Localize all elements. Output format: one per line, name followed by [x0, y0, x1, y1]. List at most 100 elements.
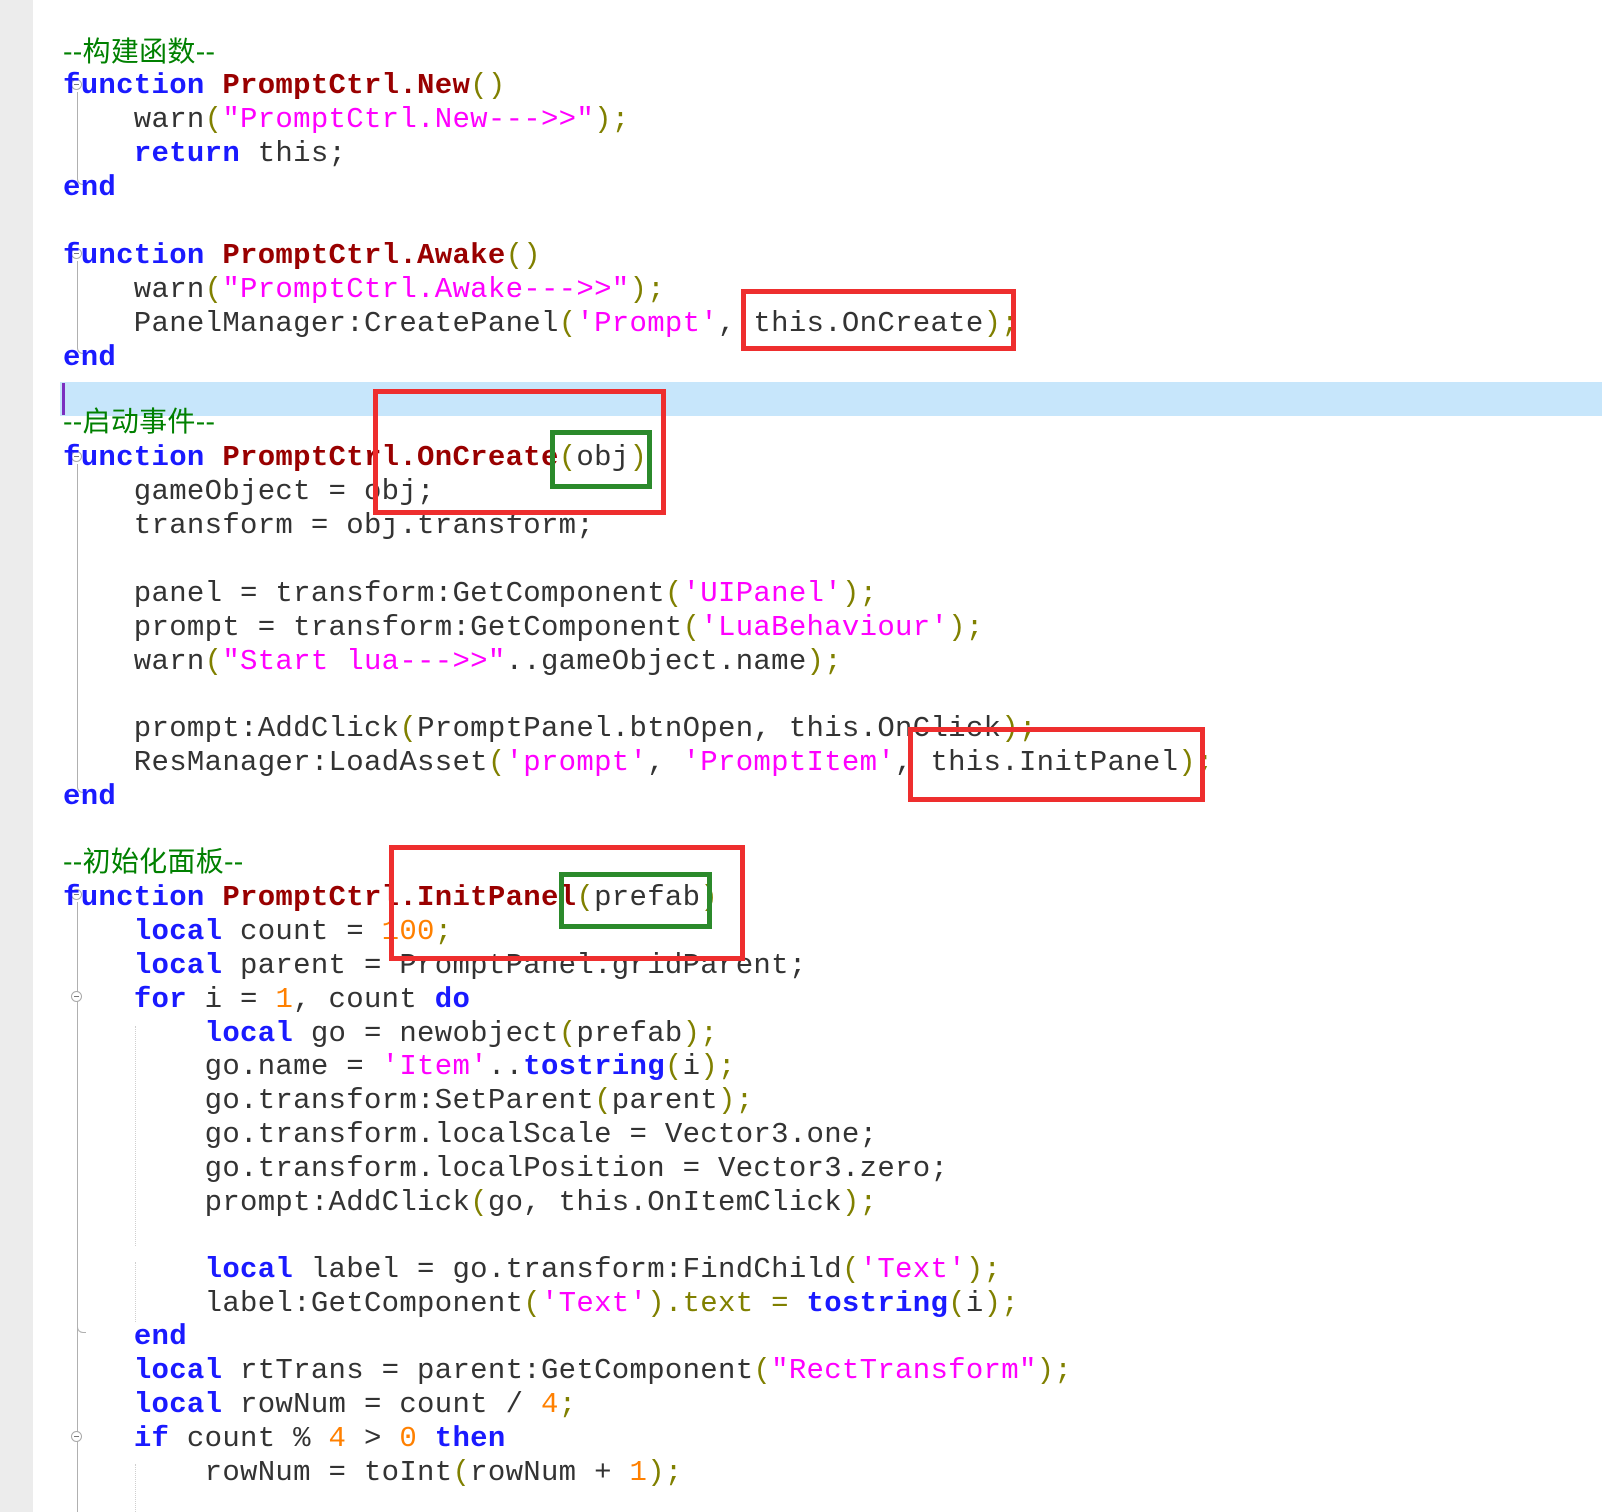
code-token: warn — [63, 645, 205, 678]
code-line[interactable]: end — [63, 341, 116, 375]
code-token: parent — [611, 1084, 719, 1117]
code-line[interactable]: if count % 4 > 0 then — [63, 1422, 506, 1456]
code-line[interactable]: --初始化面板-- — [63, 845, 244, 879]
code-line[interactable]: label:GetComponent('Text').text = tostri… — [63, 1287, 1019, 1321]
code-line[interactable]: return this; — [63, 137, 346, 171]
code-token: warn — [63, 103, 205, 136]
punctuation-token: () — [470, 69, 506, 102]
code-line[interactable]: warn("Start lua--->>"..gameObject.name); — [63, 645, 842, 679]
punctuation-token: ); — [647, 1456, 683, 1489]
code-line[interactable]: local label = go.transform:FindChild('Te… — [63, 1253, 1001, 1287]
current-line-highlight — [60, 382, 1602, 416]
annotation-box-initpanel-arg — [908, 727, 1205, 802]
code-line[interactable]: go.name = 'Item'..tostring(i); — [63, 1050, 736, 1084]
code-line[interactable]: function PromptCtrl.Awake() — [63, 239, 541, 273]
code-token: prefab — [576, 1017, 683, 1050]
keyword-token: if — [133, 1422, 170, 1455]
keyword-token: local — [133, 915, 223, 948]
string-token: 'Prompt' — [576, 307, 719, 340]
keyword-token: function — [63, 69, 205, 102]
code-token: go.transform.localScale = Vector3.one; — [63, 1118, 878, 1151]
code-token: , count — [293, 983, 435, 1016]
comment-token: --构建函数-- — [63, 35, 216, 68]
code-line[interactable]: rowNum = toInt(rowNum + 1); — [63, 1456, 683, 1490]
code-token: prompt:AddClick — [63, 1186, 471, 1219]
code-token: prompt:AddClick — [63, 712, 400, 745]
code-line[interactable]: prompt = transform:GetComponent('LuaBeha… — [63, 611, 984, 645]
code-token: i — [965, 1287, 984, 1320]
code-token: ResManager:LoadAsset — [63, 746, 488, 779]
code-token: panel = transform:GetComponent — [63, 577, 665, 610]
code-line[interactable]: go.transform.localScale = Vector3.one; — [63, 1118, 877, 1152]
code-line[interactable]: go.transform:SetParent(parent); — [63, 1084, 754, 1118]
code-line[interactable]: panel = transform:GetComponent('UIPanel'… — [63, 577, 877, 611]
punctuation-token: ( — [682, 611, 701, 644]
keyword-token: return — [133, 137, 241, 170]
code-token: rtTrans = parent:GetComponent — [222, 1354, 754, 1387]
code-token: this; — [240, 137, 347, 170]
string-token: "PromptCtrl.Awake--->>" — [222, 273, 630, 306]
keyword-token: end — [63, 171, 117, 204]
function-name-token: PromptCtrl.New — [222, 69, 471, 102]
code-token: rowNum + — [470, 1456, 630, 1489]
number-token: 0 — [399, 1422, 418, 1455]
code-line[interactable]: local rtTrans = parent:GetComponent("Rec… — [63, 1354, 1072, 1388]
code-line[interactable]: warn("PromptCtrl.New--->>"); — [63, 103, 630, 137]
punctuation-token: ); — [965, 1253, 1002, 1286]
string-token: 'PromptItem' — [682, 746, 896, 779]
keyword-token: local — [204, 1253, 294, 1286]
code-line[interactable]: --启动事件-- — [63, 405, 215, 439]
punctuation-token: ( — [948, 1287, 966, 1320]
string-token: "RectTransform" — [771, 1354, 1037, 1387]
code-line[interactable]: for i = 1, count do — [63, 983, 470, 1017]
keyword-token: function — [63, 239, 205, 272]
punctuation-token: ( — [841, 1253, 860, 1286]
code-line[interactable]: prompt:AddClick(go, this.OnItemClick); — [63, 1186, 877, 1220]
punctuation-token: ( — [399, 712, 418, 745]
code-line[interactable]: warn("PromptCtrl.Awake--->>"); — [63, 273, 665, 307]
punctuation-token: ( — [487, 746, 506, 779]
string-token: 'Item' — [381, 1050, 488, 1083]
code-editor[interactable]: --构建函数-- function PromptCtrl.New() warn("… — [0, 0, 1602, 1512]
code-line[interactable]: local rowNum = count / 4; — [63, 1388, 576, 1422]
punctuation-token: ( — [753, 1354, 772, 1387]
code-line[interactable]: prompt:AddClick(PromptPanel.btnOpen, thi… — [63, 712, 1037, 746]
code-token: prompt = transform:GetComponent — [63, 611, 683, 644]
code-token: go, this.OnItemClick — [487, 1186, 842, 1219]
punctuation-token: ( — [664, 577, 683, 610]
code-line[interactable]: go.transform.localPosition = Vector3.zer… — [63, 1152, 948, 1186]
keyword-token: for — [133, 983, 187, 1016]
punctuation-token: ( — [594, 1084, 612, 1117]
code-token: go.transform:SetParent — [63, 1084, 595, 1117]
punctuation-token: ).text = — [647, 1287, 807, 1320]
code-line[interactable]: end — [63, 1320, 187, 1354]
code-line[interactable]: end — [63, 780, 116, 814]
code-line[interactable]: --构建函数-- — [63, 35, 215, 69]
punctuation-token: ( — [523, 1287, 541, 1320]
code-token: i — [682, 1050, 701, 1083]
punctuation-token: ( — [204, 645, 223, 678]
code-token: ..gameObject.name — [505, 645, 807, 678]
punctuation-token: ( — [664, 1050, 683, 1083]
code-token: rowNum = toInt — [63, 1456, 453, 1489]
code-token: i = — [186, 983, 276, 1016]
string-token: 'prompt' — [505, 746, 648, 779]
code-token: go = newobject — [293, 1017, 559, 1050]
string-token: "Start lua--->>" — [222, 645, 506, 678]
code-line[interactable]: function PromptCtrl.New() — [63, 69, 506, 103]
keyword-token: tostring — [806, 1287, 949, 1320]
punctuation-token: ); — [983, 1287, 1019, 1320]
code-line[interactable]: local go = newobject(prefab); — [63, 1017, 718, 1051]
code-line[interactable]: end — [63, 171, 116, 205]
code-token: PanelManager:CreatePanel — [63, 307, 559, 340]
punctuation-token: ( — [204, 103, 223, 136]
keyword-token: function — [63, 441, 205, 474]
